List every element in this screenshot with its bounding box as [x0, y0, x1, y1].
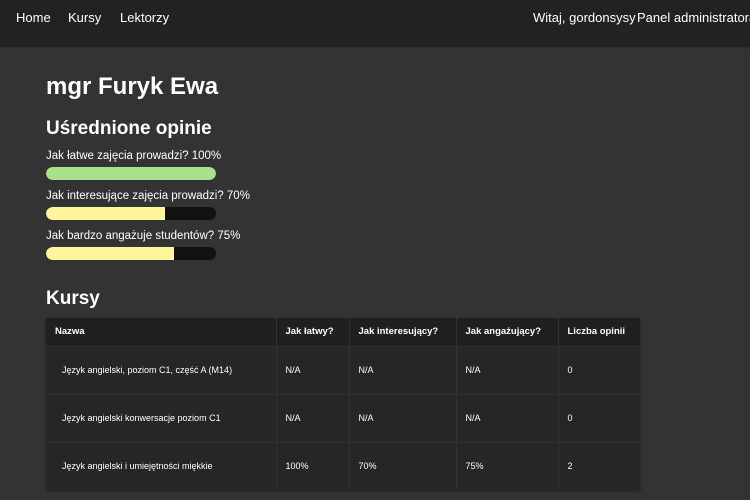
interesting-cell: N/A: [349, 393, 457, 442]
col-header-engaging: Jak angażujący?: [456, 318, 559, 346]
rating-bar-fill: [46, 207, 165, 220]
easy-cell: N/A: [276, 393, 350, 442]
nav-user-greeting[interactable]: Witaj, gordonsysy: [533, 10, 636, 25]
ratings-section-title: Uśrednione opinie: [46, 118, 212, 139]
rating-label-engaging: Jak bardzo angażuje studentów? 75%: [46, 230, 241, 242]
nav-home-link[interactable]: Home: [16, 10, 51, 25]
course-name-cell[interactable]: Język angielski konwersacje poziom C1: [46, 393, 277, 442]
nav-admin-panel-link[interactable]: Panel administratora: [637, 10, 750, 25]
rating-label-interesting: Jak interesujące zajęcia prowadzi? 70%: [46, 190, 250, 202]
nav-lecturers-link[interactable]: Lektorzy: [120, 10, 169, 25]
easy-cell: N/A: [276, 345, 350, 394]
rating-bar-interesting: [46, 207, 216, 220]
rating-bar-easy: [46, 167, 216, 180]
table-header-row: Nazwa Jak łatwy? Jak interesujący? Jak a…: [46, 318, 640, 346]
col-header-name: Nazwa: [46, 318, 277, 346]
col-header-review-count: Liczba opinii: [558, 318, 640, 346]
interesting-cell: N/A: [349, 345, 457, 394]
review-count-cell: 0: [558, 393, 640, 442]
easy-cell: 100%: [276, 441, 350, 490]
rating-label-easy: Jak łatwe zajęcia prowadzi? 100%: [46, 150, 222, 162]
course-name-cell[interactable]: Język angielski, poziom C1, część A (M14…: [46, 345, 277, 394]
courses-table: Nazwa Jak łatwy? Jak interesujący? Jak a…: [46, 318, 640, 490]
interesting-cell: 70%: [349, 441, 457, 490]
engaging-cell: N/A: [456, 393, 559, 442]
page-title: mgr Furyk Ewa: [46, 73, 219, 100]
engaging-cell: 75%: [456, 441, 559, 490]
nav-courses-link[interactable]: Kursy: [68, 10, 101, 25]
courses-section-title: Kursy: [46, 288, 100, 309]
rating-bar-fill: [46, 247, 174, 260]
course-name-cell[interactable]: Język angielski i umiejętności miękkie: [46, 441, 277, 490]
col-header-interesting: Jak interesujący?: [349, 318, 457, 346]
engaging-cell: N/A: [456, 345, 559, 394]
table-row[interactable]: Język angielski i umiejętności miękkie 1…: [46, 441, 640, 490]
rating-bar-fill: [46, 167, 216, 180]
table-row[interactable]: Język angielski konwersacje poziom C1 N/…: [46, 393, 640, 442]
table-row[interactable]: Język angielski, poziom C1, część A (M14…: [46, 345, 640, 394]
col-header-easy: Jak łatwy?: [276, 318, 350, 346]
review-count-cell: 0: [558, 345, 640, 394]
navbar: Home Kursy Lektorzy Witaj, gordonsysy Pa…: [0, 0, 750, 46]
review-count-cell: 2: [558, 441, 640, 490]
rating-bar-engaging: [46, 247, 216, 260]
